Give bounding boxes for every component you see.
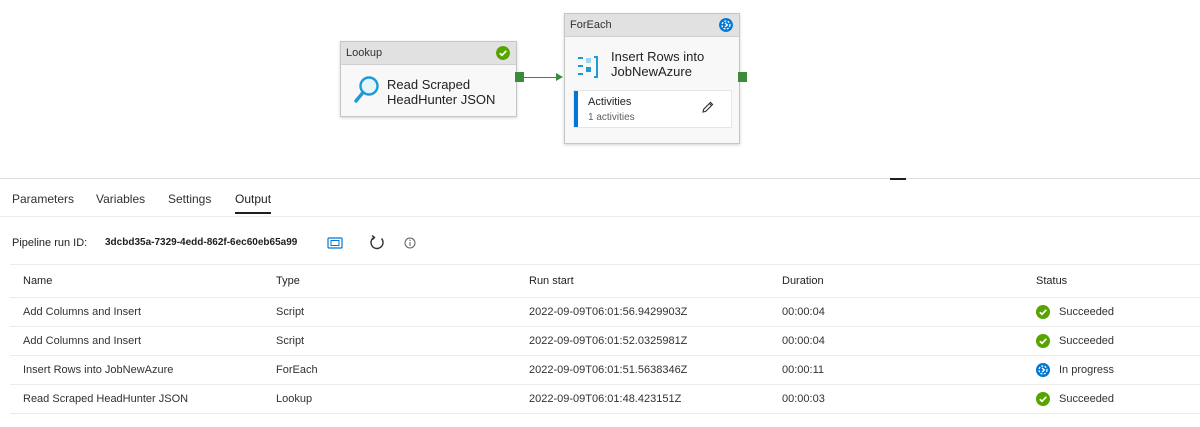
cell-run-start: 2022-09-09T06:01:52.0325981Z (516, 326, 769, 356)
cell-type: Lookup (263, 384, 516, 414)
activity-runs-table: Name Type Run start Duration Status Add … (10, 264, 1200, 414)
foreach-card-header: ForEach (565, 14, 739, 37)
cell-name: Insert Rows into JobNewAzure (10, 355, 263, 385)
tab-output[interactable]: Output (235, 192, 272, 214)
foreach-type-label: ForEach (570, 19, 612, 31)
lookup-success-port[interactable] (515, 72, 524, 82)
cell-run-start: 2022-09-09T06:01:56.9429903Z (516, 297, 769, 327)
table-row[interactable]: Insert Rows into JobNewAzure ForEach 202… (10, 355, 1200, 385)
activities-accent-bar (574, 91, 578, 127)
panel-divider (0, 178, 1200, 179)
cell-name: Read Scraped HeadHunter JSON (10, 384, 263, 414)
cell-type: ForEach (263, 355, 516, 385)
lookup-activity-card[interactable]: Lookup Read Scraped HeadHunter JSON (340, 41, 517, 117)
cell-duration: 00:00:03 (769, 384, 1023, 414)
tab-settings-label: Settings (168, 192, 212, 206)
properties-tab-bar: Parameters Variables Settings Output (0, 186, 1200, 217)
in-progress-icon (1036, 363, 1050, 377)
check-circle-icon (1036, 305, 1050, 319)
success-connector[interactable] (524, 77, 560, 78)
foreach-success-port[interactable] (738, 72, 747, 82)
check-circle-icon (1036, 392, 1050, 406)
foreach-activity-title: Insert Rows into JobNewAzure (611, 49, 705, 79)
cell-status: Succeeded (1023, 326, 1200, 356)
inner-activities-box[interactable]: Activities 1 activities (573, 90, 732, 128)
copy-icon[interactable] (327, 236, 343, 250)
lookup-activity-title: Read Scraped HeadHunter JSON (387, 77, 496, 107)
status-text: Succeeded (1059, 335, 1115, 347)
column-header-status[interactable]: Status (1023, 264, 1200, 298)
foreach-activity-card[interactable]: ForEach Insert Rows into JobNewAzure Act… (564, 13, 740, 144)
cell-name: Add Columns and Insert (10, 297, 263, 327)
panel-resize-handle[interactable] (890, 178, 906, 180)
cell-duration: 00:00:04 (769, 326, 1023, 356)
table-row[interactable]: Add Columns and Insert Script 2022-09-09… (10, 297, 1200, 327)
cell-type: Script (263, 326, 516, 356)
tab-variables-label: Variables (96, 192, 146, 206)
pipeline-canvas[interactable]: Lookup Read Scraped HeadHunter JSON ForE… (0, 0, 1200, 178)
table-row[interactable]: Read Scraped HeadHunter JSON Lookup 2022… (10, 384, 1200, 414)
cell-status: Succeeded (1023, 384, 1200, 414)
table-header-row: Name Type Run start Duration Status (10, 264, 1200, 298)
cell-status: Succeeded (1023, 297, 1200, 327)
cell-run-start: 2022-09-09T06:01:48.423151Z (516, 384, 769, 414)
lookup-card-header: Lookup (341, 42, 516, 65)
info-icon[interactable] (404, 237, 416, 249)
cell-duration: 00:00:04 (769, 297, 1023, 327)
cell-type: Script (263, 297, 516, 327)
activities-count: 1 activities (588, 112, 635, 123)
activities-label: Activities (588, 96, 632, 108)
cell-duration: 00:00:11 (769, 355, 1023, 385)
status-text: Succeeded (1059, 393, 1115, 405)
table-row[interactable]: Add Columns and Insert Script 2022-09-09… (10, 326, 1200, 356)
check-circle-icon (1036, 334, 1050, 348)
cell-name: Add Columns and Insert (10, 326, 263, 356)
column-header-duration[interactable]: Duration (769, 264, 1023, 298)
run-id-value: 3dcbd35a-7329-4edd-862f-6ec60eb65a99 (105, 237, 298, 248)
status-text: In progress (1059, 364, 1115, 376)
tab-settings[interactable]: Settings (168, 192, 211, 206)
tab-output-label: Output (235, 192, 272, 206)
tab-parameters-label: Parameters (12, 192, 75, 206)
lookup-magnifier-icon (354, 76, 379, 103)
check-circle-icon (496, 46, 510, 60)
edit-pencil-icon[interactable] (701, 100, 715, 114)
cell-run-start: 2022-09-09T06:01:51.5638346Z (516, 355, 769, 385)
column-header-type[interactable]: Type (263, 264, 516, 298)
connector-arrowhead (556, 73, 563, 81)
foreach-loop-icon (578, 56, 598, 78)
lookup-type-label: Lookup (346, 47, 383, 59)
run-id-label: Pipeline run ID: (12, 237, 88, 249)
cell-status: In progress (1023, 355, 1200, 385)
column-header-run-start[interactable]: Run start (516, 264, 769, 298)
tab-parameters[interactable]: Parameters (12, 192, 74, 206)
in-progress-icon (719, 18, 733, 32)
refresh-icon[interactable] (368, 234, 386, 252)
active-tab-underline (235, 212, 272, 214)
column-header-name[interactable]: Name (10, 264, 263, 298)
status-text: Succeeded (1059, 306, 1115, 318)
tab-variables[interactable]: Variables (96, 192, 145, 206)
